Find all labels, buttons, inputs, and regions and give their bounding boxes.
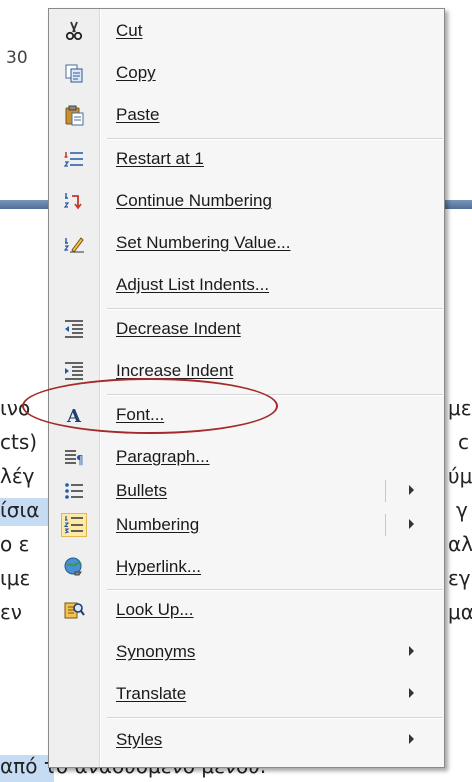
menu-item-label: Copy [116, 63, 156, 82]
menu-separator [107, 138, 443, 140]
menu-item-decrease-indent[interactable]: Decrease Indent [49, 312, 444, 346]
increase-indent-icon [61, 359, 87, 383]
doc-text-fragment: ιμε [0, 566, 31, 590]
doc-text-fragment: cts) [0, 430, 38, 454]
submenu-arrow-icon [409, 646, 414, 656]
menu-item-bullets[interactable]: Bullets [49, 474, 444, 508]
paste-icon [61, 103, 87, 127]
menu-item-font[interactable]: A Font... [49, 398, 444, 432]
menu-item-styles[interactable]: Styles [49, 723, 444, 757]
menu-item-label: Restart at 1 [116, 149, 204, 168]
menu-item-cut[interactable]: Cut [49, 14, 444, 48]
menu-item-translate[interactable]: Translate [49, 677, 444, 711]
menu-item-label: Synonyms [116, 642, 196, 661]
menu-item-label: Adjust List Indents... [116, 275, 270, 294]
decrease-indent-icon [61, 317, 87, 341]
menu-item-restart-at-1[interactable]: Restart at 1 [49, 142, 444, 176]
doc-text-fragment: εγ [448, 566, 471, 590]
menu-item-label: Styles [116, 730, 163, 749]
doc-text-fragment: ο ε [0, 532, 30, 556]
menu-item-copy[interactable]: Copy [49, 56, 444, 90]
doc-ruler-bar-left [0, 200, 50, 209]
menu-item-label: Increase Indent [116, 361, 234, 380]
paragraph-icon: ¶ [61, 445, 87, 469]
doc-text-fragment: ινο [0, 396, 31, 420]
menu-item-set-numbering-value[interactable]: Set Numbering Value... [49, 226, 444, 260]
menu-separator [107, 589, 443, 591]
menu-item-label: Decrease Indent [116, 319, 241, 338]
doc-text-fragment: με [448, 396, 472, 420]
menu-item-continue-numbering[interactable]: Continue Numbering [49, 184, 444, 218]
menu-item-label: Look Up... [116, 600, 194, 619]
doc-text-fragment: αλ [448, 532, 472, 556]
hyperlink-icon [61, 555, 87, 579]
continue-numbering-icon [61, 189, 87, 213]
svg-text:¶: ¶ [76, 453, 84, 467]
submenu-arrow-icon [409, 734, 414, 744]
numbering-icon [61, 513, 87, 537]
restart-numbering-icon [61, 147, 87, 171]
doc-text-fragment: μα [448, 600, 472, 624]
doc-text-fragment: εν [0, 600, 22, 624]
menu-separator [107, 717, 443, 719]
doc-text-fragment: ύμ [448, 464, 472, 488]
menu-item-increase-indent[interactable]: Increase Indent [49, 354, 444, 388]
menu-item-label: Set Numbering Value... [116, 233, 291, 252]
scissors-icon [61, 19, 87, 43]
context-menu: Cut Copy Paste Restart at 1 Continue Num… [48, 8, 445, 768]
copy-icon [61, 61, 87, 85]
submenu-arrow-icon [409, 688, 414, 698]
menu-item-label: Font... [116, 405, 165, 424]
doc-text-fragment: γ [456, 498, 468, 522]
submenu-arrow-icon[interactable] [409, 519, 414, 529]
menu-item-label: Translate [116, 684, 187, 703]
menu-item-label: Cut [116, 21, 143, 40]
menu-item-label: Paste [116, 105, 160, 124]
doc-text-fragment: λέγ [0, 464, 35, 488]
doc-text-fragment: ίσια [0, 498, 40, 522]
svg-text:A: A [66, 406, 82, 426]
menu-item-paragraph[interactable]: ¶ Paragraph... [49, 440, 444, 474]
look-up-icon [61, 598, 87, 622]
menu-item-label: Continue Numbering [116, 191, 272, 210]
menu-separator [107, 394, 443, 396]
submenu-split-divider [385, 480, 386, 502]
doc-text-fragment: c [458, 430, 469, 454]
menu-separator [107, 308, 443, 310]
set-numbering-value-icon [61, 231, 87, 255]
menu-item-label: Numbering [116, 515, 200, 534]
doc-ruler-bar-right [444, 200, 472, 209]
menu-item-label: Hyperlink... [116, 557, 202, 576]
menu-item-paste[interactable]: Paste [49, 98, 444, 132]
menu-item-adjust-list-indents[interactable]: Adjust List Indents... [49, 268, 444, 302]
bullets-icon [61, 479, 87, 503]
menu-item-hyperlink[interactable]: Hyperlink... [49, 550, 444, 584]
doc-text-fragment: 30 [6, 48, 28, 68]
menu-item-numbering[interactable]: Numbering [49, 508, 444, 542]
font-icon: A [61, 403, 87, 427]
menu-item-synonyms[interactable]: Synonyms [49, 635, 444, 669]
submenu-split-divider [385, 514, 386, 536]
submenu-arrow-icon[interactable] [409, 485, 414, 495]
menu-item-look-up[interactable]: Look Up... [49, 593, 444, 627]
menu-item-label: Paragraph... [116, 447, 210, 466]
menu-item-label: Bullets [116, 481, 168, 500]
